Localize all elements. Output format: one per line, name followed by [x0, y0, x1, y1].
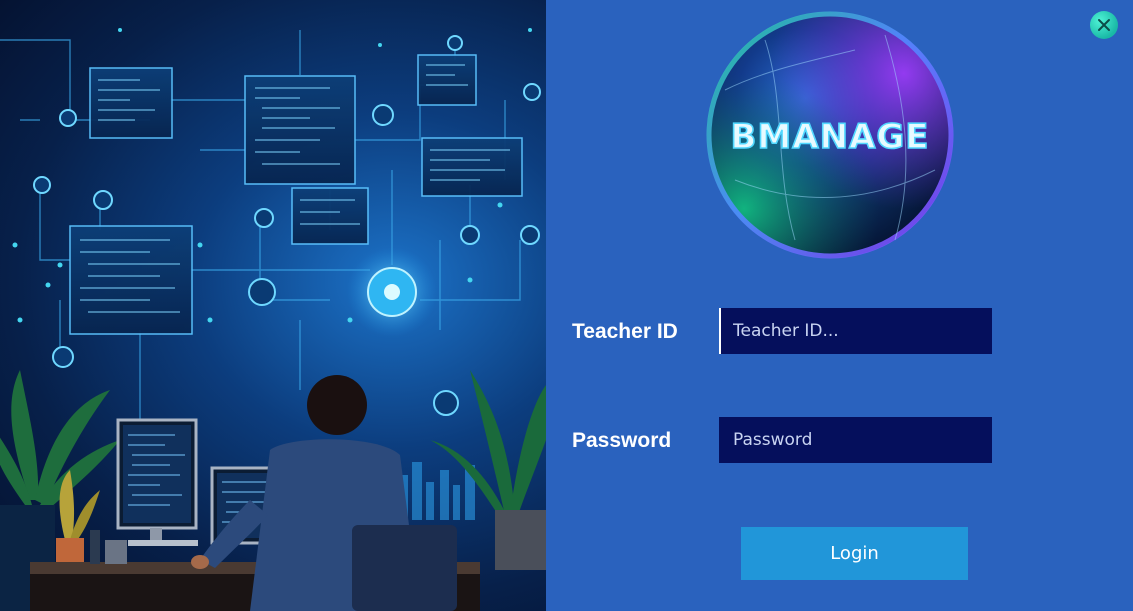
teacher-id-label: Teacher ID: [572, 320, 678, 343]
logo-text: BMANAGE: [731, 117, 930, 157]
password-label: Password: [572, 429, 672, 452]
login-button[interactable]: Login: [741, 527, 968, 580]
bmanage-logo: BMANAGE: [706, 11, 954, 259]
close-icon: [1098, 19, 1110, 31]
password-input[interactable]: [719, 417, 992, 463]
teacher-id-input[interactable]: [719, 308, 992, 354]
close-button[interactable]: [1090, 11, 1118, 39]
hero-illustration: [0, 0, 546, 611]
tech-network-art: [0, 28, 546, 611]
